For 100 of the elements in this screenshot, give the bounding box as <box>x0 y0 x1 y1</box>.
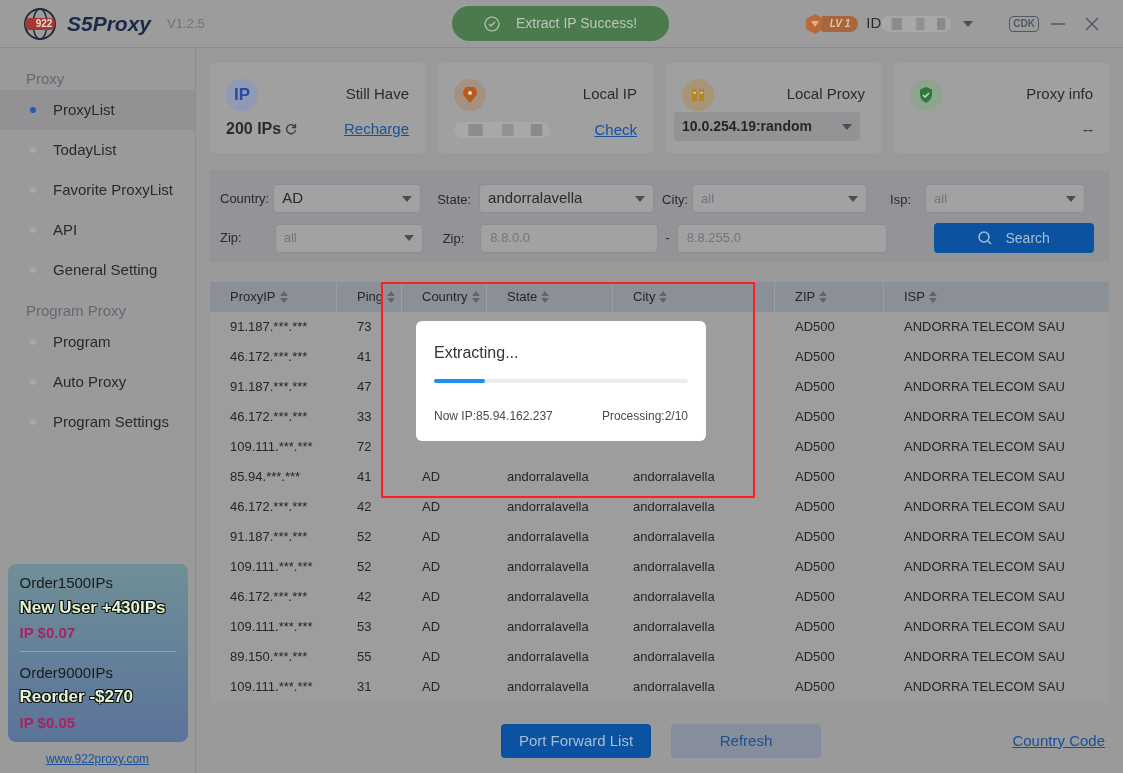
sidebar-section-title: Program Proxy <box>25 301 128 321</box>
table-cell-text: ANDORRA TELECOM SAU <box>904 498 1065 517</box>
table-cell-text: 52 <box>357 528 372 547</box>
table-cell-text: andorralavella <box>507 498 589 517</box>
website-link[interactable]: www.922proxy.com <box>45 750 150 768</box>
column-header[interactable]: Country <box>402 282 487 312</box>
stat-value: -- <box>1083 119 1093 140</box>
cdk-button[interactable]: CDK <box>1009 15 1039 32</box>
bullet-icon <box>30 267 36 273</box>
country-code-link[interactable]: Country Code <box>1012 729 1105 753</box>
table-cell-text: 91.187.***.*** <box>230 318 308 337</box>
range-separator: - <box>665 229 670 248</box>
bullet-icon <box>30 147 36 153</box>
user-id-label: ID <box>866 13 882 34</box>
refresh-icon[interactable] <box>285 123 298 135</box>
table-cell-text: AD <box>422 678 441 697</box>
column-header[interactable]: ZIP <box>775 282 884 312</box>
location-pin-icon <box>454 79 486 111</box>
current-ip-text: Now IP:85.94.162.237 <box>434 408 553 425</box>
port-forward-button[interactable]: Port Forward List <box>501 724 651 758</box>
sidebar-item[interactable]: API <box>0 210 195 250</box>
table-cell-text: 46.172.***.*** <box>230 588 308 607</box>
table-cell-text: andorralavella <box>507 618 589 637</box>
column-header[interactable]: ISP <box>884 282 1109 312</box>
close-icon[interactable] <box>1085 16 1099 31</box>
table-cell-text: AD500 <box>795 438 835 457</box>
bullet-icon <box>30 379 36 385</box>
table-cell-text: 52 <box>357 558 372 577</box>
stat-title: Still Have <box>345 84 409 104</box>
table-cell-text: ANDORRA TELECOM SAU <box>904 378 1065 397</box>
table-cell-text: 73 <box>357 318 372 337</box>
filter-label: Zip: <box>220 229 242 248</box>
bullet-icon <box>30 419 36 425</box>
ip-icon: IP <box>226 79 258 111</box>
bullet-icon <box>30 339 36 345</box>
table-cell-text: 53 <box>357 618 372 637</box>
table-cell-text: andorralavella <box>507 468 589 487</box>
table-cell-text: 109.111.***.*** <box>230 678 313 697</box>
level-badge: LV 1 <box>821 15 859 32</box>
sidebar-item[interactable]: Program <box>0 322 195 362</box>
sidebar-item[interactable]: Program Settings <box>0 402 195 442</box>
table-cell-text: AD500 <box>795 618 835 637</box>
column-header[interactable]: City <box>613 282 775 312</box>
table-cell-text: 46.172.***.*** <box>230 408 308 427</box>
table-cell-text: 46.172.***.*** <box>230 498 308 517</box>
table-cell-text: AD500 <box>795 588 835 607</box>
column-header[interactable]: ProxyIP <box>210 282 337 312</box>
logo-text: S5Proxy <box>67 10 152 37</box>
stat-title: Proxy info <box>1026 84 1093 104</box>
table-cell-text: AD500 <box>795 498 835 517</box>
sidebar-item[interactable]: Auto Proxy <box>0 362 195 402</box>
sidebar-item[interactable]: ProxyList <box>0 90 195 130</box>
filter-label: Zip: <box>442 231 465 246</box>
globe-logo-icon <box>24 7 56 40</box>
table-cell-text: andorralavella <box>507 588 589 607</box>
ip-count: 200 IPs <box>226 119 282 139</box>
table-cell-text: andorralavella <box>633 588 715 607</box>
table-cell-text: AD500 <box>795 348 835 367</box>
sidebar-item[interactable]: General Setting <box>0 250 195 290</box>
filter-label: Country: <box>220 189 270 208</box>
sort-icon <box>541 291 550 303</box>
dropdown-field[interactable]: AD <box>273 184 422 213</box>
sidebar-item[interactable]: TodayList <box>0 130 195 170</box>
bullet-icon <box>30 227 36 233</box>
table-cell-text: andorralavella <box>633 618 715 637</box>
table-cell-text: AD500 <box>795 468 835 487</box>
table-cell-text: AD500 <box>795 528 835 547</box>
dialog-title: Extracting... <box>434 343 520 363</box>
sidebar-section-title: Proxy <box>25 69 66 89</box>
promo-price: IP $0.07 <box>19 623 77 643</box>
table-cell-text: 42 <box>357 498 372 517</box>
table-cell-text: andorralavella <box>633 648 715 667</box>
search-button[interactable]: Search <box>933 223 1094 253</box>
caret-icon <box>963 20 974 27</box>
table-cell-text: 91.187.***.*** <box>230 378 308 397</box>
stat-link[interactable]: Check <box>594 118 637 141</box>
table-cell-text: 55 <box>357 648 372 667</box>
table-cell-text: AD <box>422 498 441 517</box>
promo-order: Order1500IPs <box>19 573 114 593</box>
table-cell-text: 33 <box>357 408 372 427</box>
sidebar-item[interactable]: Favorite ProxyList <box>0 170 195 210</box>
toast-message: Extract IP Success! <box>515 14 638 33</box>
column-header[interactable]: State <box>487 282 613 312</box>
logo-badge-text: 922 <box>34 17 54 31</box>
promo-order: Order9000IPs <box>19 662 114 683</box>
proxy-select[interactable]: 10.0.254.19:random <box>674 112 860 141</box>
table-cell-text: andorralavella <box>633 468 715 487</box>
table-cell-text: andorralavella <box>633 558 715 577</box>
stat-title: Local Proxy <box>786 84 865 104</box>
search-icon <box>977 231 992 245</box>
table-cell-text: 89.150.***.*** <box>230 648 308 667</box>
table-cell-text: 109.111.***.*** <box>230 618 313 637</box>
table-cell-text: ANDORRA TELECOM SAU <box>904 528 1065 547</box>
processing-count: Processing:2/10 <box>601 408 688 425</box>
promo-headline: Reorder -$270 <box>19 686 134 708</box>
refresh-button[interactable]: Refresh <box>671 724 821 758</box>
promo-price: IP $0.05 <box>19 712 77 733</box>
stat-link[interactable]: Recharge <box>343 117 409 141</box>
dropdown-field[interactable]: andorralavella <box>479 184 655 213</box>
caret-icon <box>635 195 646 202</box>
